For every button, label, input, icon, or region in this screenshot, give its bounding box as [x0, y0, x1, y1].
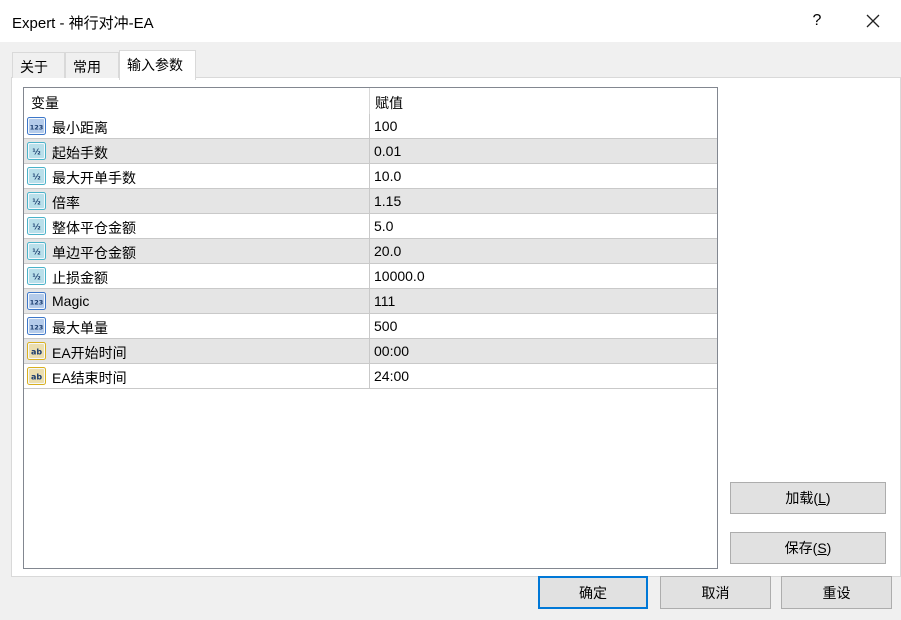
table-row[interactable]: ½ 整体平仓金额 5.0 [24, 214, 717, 239]
cell-divider [369, 114, 370, 139]
column-header-value[interactable]: 赋值 [375, 93, 403, 113]
cell-divider [369, 164, 370, 189]
parameter-name: EA开始时间 [52, 345, 127, 361]
help-button[interactable]: ? [803, 6, 831, 36]
svg-text:½: ½ [32, 247, 40, 257]
svg-text:123: 123 [30, 124, 44, 132]
double-type-icon: ½ [27, 267, 46, 285]
load-button[interactable]: 加载(L) [730, 482, 886, 514]
double-type-icon: ½ [27, 217, 46, 235]
load-hotkey: L [818, 490, 826, 506]
parameter-value[interactable]: 500 [374, 318, 397, 334]
column-divider[interactable] [369, 88, 370, 114]
cell-divider [369, 264, 370, 289]
parameter-value[interactable]: 100 [374, 118, 397, 134]
parameter-name: 起始手数 [52, 145, 108, 161]
table-row[interactable]: ½ 最大开单手数 10.0 [24, 164, 717, 189]
grid-rows: 123 最小距离 100 ½ 起始手数 0.01 ½ 最大开单手数 10.0 ½ 倍率 1.15 ½ 整体… [24, 114, 717, 389]
integer-type-icon: 123 [27, 317, 46, 335]
svg-text:ab: ab [31, 348, 42, 357]
close-icon [866, 14, 880, 28]
window-title: Expert - 神行对冲-EA [12, 15, 154, 32]
cancel-button[interactable]: 取消 [660, 576, 771, 609]
table-row[interactable]: 123 最小距离 100 [24, 114, 717, 139]
parameter-value[interactable]: 5.0 [374, 218, 393, 234]
parameter-name: 最小距离 [52, 120, 108, 136]
double-type-icon: ½ [27, 192, 46, 210]
svg-text:½: ½ [32, 197, 40, 207]
table-row[interactable]: ½ 止损金额 10000.0 [24, 264, 717, 289]
integer-type-icon: 123 [27, 292, 46, 310]
table-row[interactable]: ab EA结束时间 24:00 [24, 364, 717, 389]
table-row[interactable]: ab EA开始时间 00:00 [24, 339, 717, 364]
column-header-variable[interactable]: 变量 [31, 93, 59, 113]
double-type-icon: ½ [27, 142, 46, 160]
cell-divider [369, 214, 370, 239]
tab-about[interactable]: 关于 [12, 52, 65, 78]
parameter-name: Magic [52, 293, 90, 309]
cell-divider [369, 189, 370, 214]
save-button-label-end: ) [826, 540, 832, 556]
table-row[interactable]: 123 Magic 111 [24, 289, 717, 314]
parameter-name: 最大开单手数 [52, 170, 136, 186]
svg-text:½: ½ [32, 147, 40, 157]
table-row[interactable]: ½ 倍率 1.15 [24, 189, 717, 214]
save-button-label: 保存( [784, 540, 818, 556]
parameter-name: 整体平仓金额 [52, 220, 136, 236]
table-row[interactable]: 123 最大单量 500 [24, 314, 717, 339]
svg-text:½: ½ [32, 172, 40, 182]
close-button[interactable] [857, 6, 889, 36]
cell-divider [369, 139, 370, 164]
cell-divider [369, 339, 370, 364]
parameter-name: 止损金额 [52, 270, 108, 286]
parameter-name: 倍率 [52, 195, 80, 211]
parameter-value[interactable]: 20.0 [374, 243, 401, 259]
load-button-label: 加载( [785, 490, 819, 506]
cell-divider [369, 364, 370, 389]
svg-text:123: 123 [30, 324, 44, 332]
save-hotkey: S [817, 540, 827, 556]
integer-type-icon: 123 [27, 117, 46, 135]
svg-text:ab: ab [31, 373, 42, 382]
string-type-icon: ab [27, 367, 46, 385]
tab-inputs[interactable]: 输入参数 [119, 50, 196, 80]
load-button-label-end: ) [825, 490, 831, 506]
parameter-value[interactable]: 00:00 [374, 343, 409, 359]
cell-divider [369, 239, 370, 264]
svg-text:½: ½ [32, 222, 40, 232]
ok-button[interactable]: 确定 [538, 576, 648, 609]
title-bar: Expert - 神行对冲-EA ? [0, 0, 901, 42]
parameters-grid[interactable]: 变量 赋值 123 最小距离 100 ½ 起始手数 0.01 ½ 最大开单手数 10.0 ½ 倍率 1… [23, 87, 718, 569]
string-type-icon: ab [27, 342, 46, 360]
parameter-value[interactable]: 1.15 [374, 193, 401, 209]
double-type-icon: ½ [27, 242, 46, 260]
parameter-value[interactable]: 111 [374, 293, 395, 309]
parameter-value[interactable]: 0.01 [374, 143, 401, 159]
table-row[interactable]: ½ 起始手数 0.01 [24, 139, 717, 164]
parameter-name: EA结束时间 [52, 370, 127, 386]
reset-button[interactable]: 重设 [781, 576, 892, 609]
save-button[interactable]: 保存(S) [730, 532, 886, 564]
parameter-name: 最大单量 [52, 320, 108, 336]
parameter-value[interactable]: 24:00 [374, 368, 409, 384]
table-row[interactable]: ½ 单边平仓金额 20.0 [24, 239, 717, 264]
cell-divider [369, 314, 370, 339]
svg-text:123: 123 [30, 299, 44, 307]
parameter-name: 单边平仓金额 [52, 245, 136, 261]
double-type-icon: ½ [27, 167, 46, 185]
tab-common[interactable]: 常用 [65, 52, 119, 78]
parameter-value[interactable]: 10.0 [374, 168, 401, 184]
svg-text:½: ½ [32, 272, 40, 282]
parameter-value[interactable]: 10000.0 [374, 268, 425, 284]
grid-header: 变量 赋值 [24, 88, 717, 114]
cell-divider [369, 289, 370, 314]
